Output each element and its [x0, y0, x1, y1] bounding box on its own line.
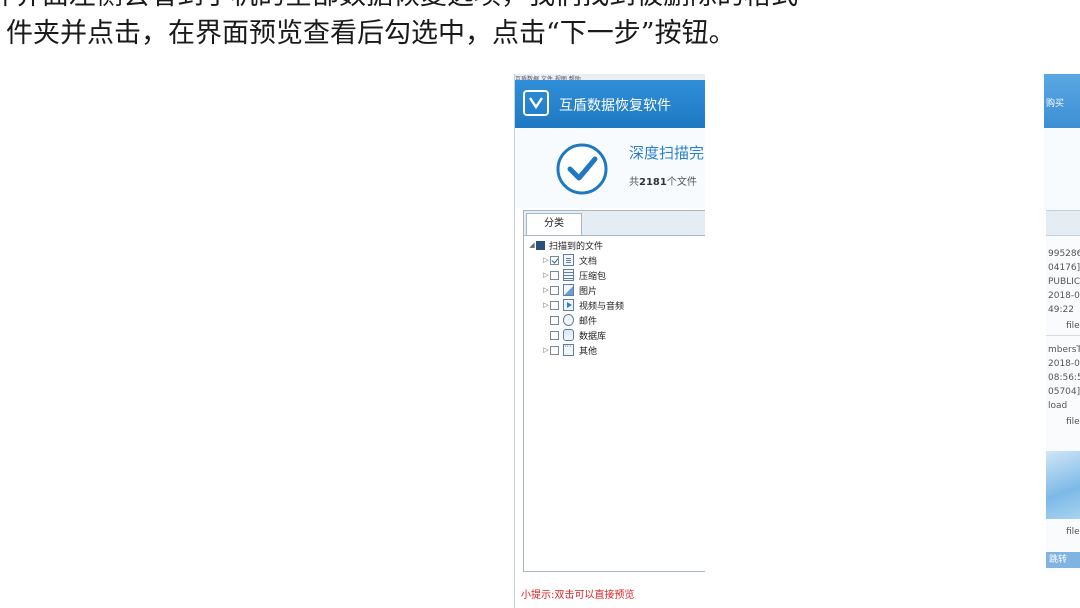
tab-bar: 分类	[524, 211, 705, 236]
preview-hint: 小提示:双击可以直接预览	[521, 590, 635, 601]
jump-button[interactable]: 跳转	[1046, 552, 1080, 568]
tree-item-documents[interactable]: ▷ 文档	[542, 253, 597, 267]
database-checkbox[interactable]	[550, 330, 559, 340]
expand-arrow-icon[interactable]: ▷	[542, 286, 550, 294]
other-checkbox[interactable]	[550, 345, 559, 355]
root-checkbox[interactable]	[536, 240, 545, 250]
video-audio-checkbox[interactable]	[550, 300, 559, 310]
shield-logo-icon	[523, 90, 549, 116]
file-name[interactable]: file5	[1066, 321, 1080, 331]
tree-item-label: 其他	[579, 346, 598, 357]
tree-item-archives[interactable]: ▷ 压缩包	[542, 268, 606, 282]
category-tree-panel: 分类 ◢ 扫描到的文件 ▷ 文档 ▷ 压缩包 ▷ 图片 ▷ 视频与音频 邮件 数…	[523, 210, 705, 572]
file-info-line: PUBLIC	[1048, 277, 1080, 287]
caption-line-2: 件夹并点击，在界面预览查看后勾选中，点击“下一步”按钮。	[6, 18, 736, 49]
buy-link[interactable]: 购买	[1046, 96, 1064, 109]
expand-arrow-icon[interactable]: ▷	[542, 301, 550, 309]
archives-checkbox[interactable]	[550, 270, 559, 280]
file-info-line: mbersT	[1048, 345, 1080, 355]
tree-item-label: 图片	[579, 286, 598, 297]
file-info-line: 08:56:52	[1048, 373, 1080, 383]
file-info-line: 2018-01	[1048, 359, 1080, 369]
other-icon	[563, 342, 574, 356]
image-thumbnail[interactable]	[1046, 451, 1080, 519]
file-info-line: 49:22	[1048, 305, 1074, 315]
divider	[1046, 335, 1080, 336]
expand-arrow-icon[interactable]: ▷	[542, 256, 550, 264]
tree-item-label: 数据库	[579, 331, 607, 342]
recovery-app-window: 互盾数据 文件 视图 帮助 互盾数据恢复软件 深度扫描完 共2181个文件 分类…	[514, 74, 705, 608]
image-icon	[563, 284, 574, 296]
mail-icon	[563, 314, 574, 326]
title-bar: 互盾数据恢复软件	[515, 80, 705, 128]
expand-arrow-icon[interactable]: ▷	[542, 271, 550, 279]
file-name[interactable]: file1	[1066, 417, 1080, 427]
tree-item-video-audio[interactable]: ▷ 视频与音频	[542, 298, 624, 312]
file-info-line: load	[1048, 401, 1068, 411]
file-info-line: 04176]	[1048, 263, 1080, 273]
scan-status-title: 深度扫描完	[629, 144, 705, 162]
count-prefix: 共	[629, 177, 639, 188]
right-window-fragment: 购买 995286 04176] PUBLIC 2018-01 49:22 fi…	[1044, 74, 1080, 608]
tree-item-images[interactable]: ▷ 图片	[542, 283, 597, 297]
expand-arrow-icon[interactable]: ▷	[542, 346, 550, 354]
collapse-arrow-icon[interactable]: ◢	[528, 241, 536, 249]
count-value: 2181	[639, 177, 667, 188]
tree-item-label: 文档	[579, 256, 598, 267]
file-info-line: 2018-01	[1048, 291, 1080, 301]
video-icon	[563, 299, 574, 311]
archive-icon	[563, 269, 574, 281]
scan-complete-icon	[556, 143, 608, 195]
tab-category[interactable]: 分类	[526, 213, 582, 235]
scan-status-panel: 深度扫描完 共2181个文件	[515, 128, 705, 208]
tree-item-mail[interactable]: 邮件	[550, 313, 597, 327]
scan-file-count: 共2181个文件	[629, 173, 697, 188]
file-name[interactable]: file1	[1066, 527, 1080, 537]
tree-item-label: 视频与音频	[579, 301, 625, 312]
tree-item-database[interactable]: 数据库	[550, 328, 606, 342]
documents-checkbox[interactable]	[550, 255, 559, 265]
count-suffix: 个文件	[666, 177, 697, 188]
mail-checkbox[interactable]	[550, 315, 559, 325]
images-checkbox[interactable]	[550, 285, 559, 295]
tree-root[interactable]: ◢ 扫描到的文件	[528, 238, 603, 252]
tree-item-label: 压缩包	[579, 271, 607, 282]
document-icon	[563, 254, 574, 266]
app-title: 互盾数据恢复软件	[559, 98, 671, 114]
caption-line-1: 件界面左侧会看到手机的全部数据恢复选项，我们找到被删除的格式	[0, 0, 798, 14]
database-icon	[563, 329, 574, 341]
file-info-line: 995286	[1048, 249, 1080, 259]
tree-item-other[interactable]: ▷ 其他	[542, 342, 598, 357]
right-scan-area	[1044, 128, 1080, 210]
file-list-panel: 995286 04176] PUBLIC 2018-01 49:22 file5…	[1046, 210, 1080, 571]
file-list-header	[1046, 211, 1080, 236]
tree-item-label: 邮件	[579, 316, 598, 327]
file-info-line: 05704]	[1048, 387, 1080, 397]
right-title-bar: 购买	[1044, 74, 1080, 128]
tree-root-label: 扫描到的文件	[549, 241, 604, 252]
